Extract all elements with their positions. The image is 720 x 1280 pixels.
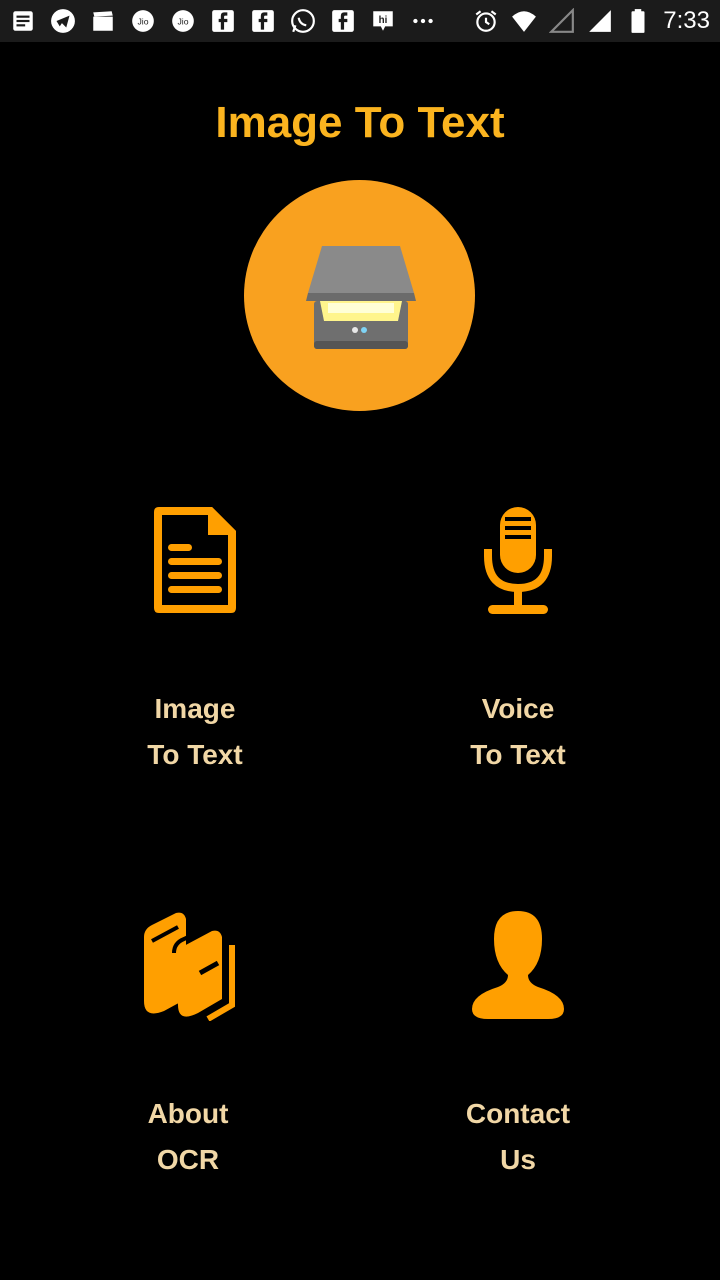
battery-icon — [625, 8, 651, 34]
status-bar: Jio Jio hi 7:33 — [0, 0, 720, 42]
signal-icon — [587, 8, 613, 34]
svg-text:hi: hi — [379, 15, 388, 26]
voice-to-text-label: Voice To Text — [470, 686, 565, 778]
about-ocr-line1: About — [147, 1098, 229, 1129]
facebook-icon — [250, 8, 276, 34]
telegram-icon — [50, 8, 76, 34]
image-to-text-line2: To Text — [147, 739, 243, 770]
scanner-logo — [244, 180, 475, 411]
facebook-icon — [210, 8, 236, 34]
more-dots-icon — [410, 8, 436, 34]
voice-to-text-line1: Voice — [481, 693, 555, 724]
about-ocr-line2: OCR — [156, 1144, 220, 1175]
scanner-icon — [305, 245, 416, 349]
about-ocr-label: About OCR — [148, 1091, 229, 1183]
alarm-icon — [473, 8, 499, 34]
contact-us-label: Contact Us — [466, 1091, 570, 1183]
person-icon — [463, 905, 573, 1025]
image-to-text-button[interactable]: Image To Text — [65, 500, 325, 778]
contact-us-line2: Us — [500, 1144, 536, 1175]
voice-to-text-button[interactable]: Voice To Text — [388, 500, 648, 778]
system-status: 7:33 — [473, 7, 710, 35]
about-ocr-button[interactable]: About OCR — [58, 905, 318, 1183]
svg-text:Jio: Jio — [177, 16, 188, 26]
books-icon — [133, 905, 243, 1025]
clapper-icon — [90, 8, 116, 34]
svg-text:Jio: Jio — [137, 16, 148, 26]
jio-icon: Jio — [170, 8, 196, 34]
jio-icon: Jio — [130, 8, 156, 34]
hike-icon: hi — [370, 8, 396, 34]
contact-us-button[interactable]: Contact Us — [388, 905, 648, 1183]
image-to-text-line1: Image — [154, 693, 236, 724]
notification-icons: Jio Jio hi — [10, 8, 436, 34]
wifi-icon — [511, 8, 537, 34]
signal-empty-icon — [549, 8, 575, 34]
contact-us-line1: Contact — [465, 1098, 571, 1129]
voice-to-text-line2: To Text — [470, 739, 566, 770]
whatsapp-icon — [290, 8, 316, 34]
image-to-text-label: Image To Text — [147, 686, 242, 778]
microphone-icon — [463, 500, 573, 620]
news-icon — [10, 8, 36, 34]
facebook-icon — [330, 8, 356, 34]
clock: 7:33 — [663, 7, 710, 34]
document-icon — [140, 500, 250, 620]
app-title: Image To Text — [215, 98, 505, 147]
